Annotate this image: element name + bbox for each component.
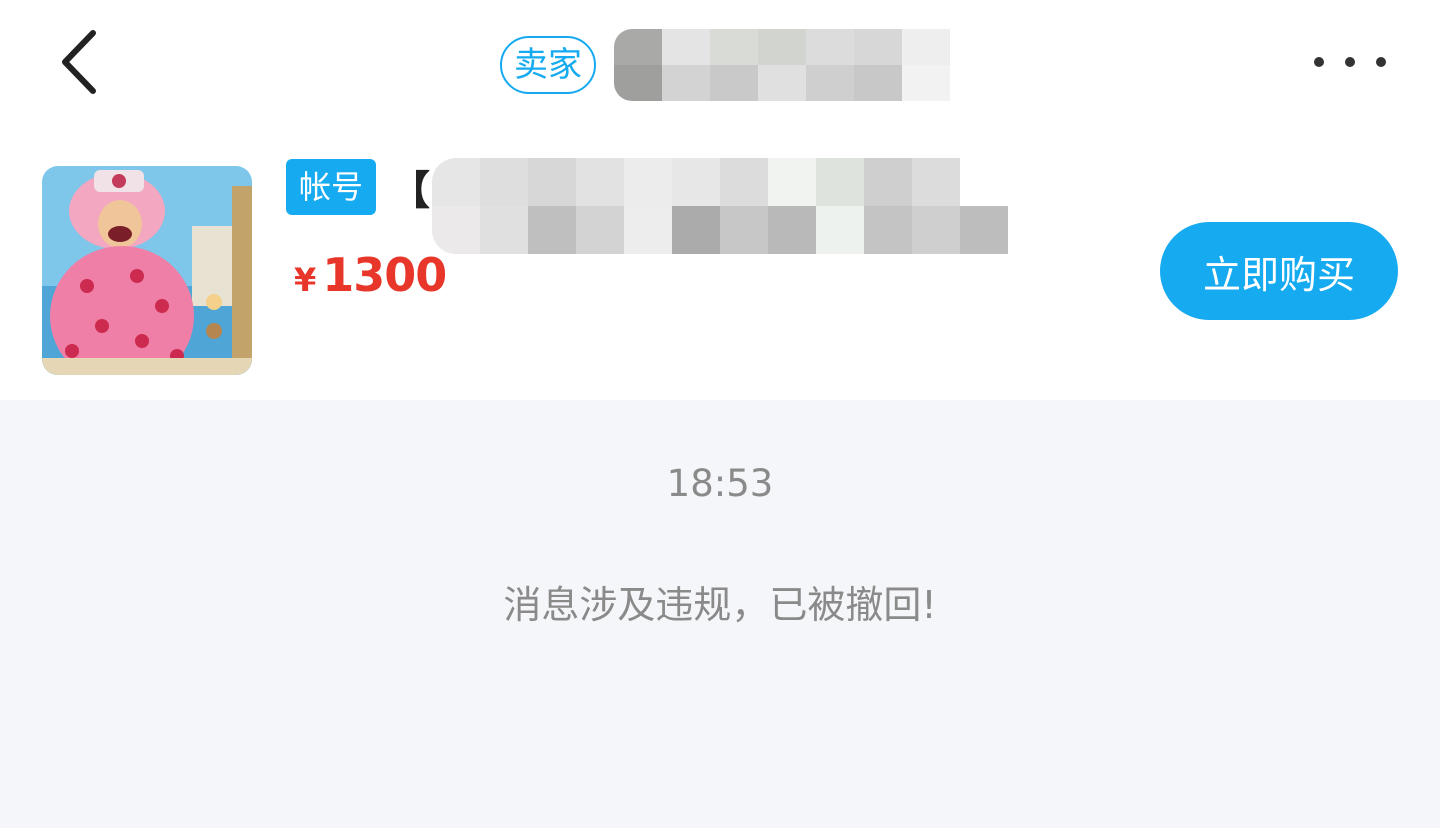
more-dots-icon [1314, 57, 1324, 67]
product-thumbnail[interactable] [42, 166, 252, 375]
redacted-product-title [432, 158, 1056, 254]
redacted-seller-name [614, 29, 950, 101]
back-button[interactable] [44, 22, 114, 102]
chat-area[interactable]: 18:53 消息涉及违规，已被撤回! [0, 400, 1440, 828]
chat-title: 卖家 [500, 28, 950, 102]
product-title: 帐号 【( [286, 158, 448, 216]
more-dot [1376, 57, 1386, 67]
more-options-button[interactable] [1314, 40, 1386, 84]
account-type-tag: 帐号 [286, 159, 377, 215]
chevron-left-icon [62, 30, 96, 94]
currency-symbol: ¥ [294, 261, 317, 299]
top-nav-bar: 卖家 [0, 0, 1440, 130]
product-card[interactable]: 帐号 【( ¥ 1300 立即购买 [0, 130, 1440, 400]
more-dot [1345, 57, 1355, 67]
system-notice: 消息涉及违规，已被撤回! [503, 583, 937, 627]
message-timestamp: 18:53 [666, 462, 774, 505]
game-character-image [42, 166, 252, 375]
buy-now-button[interactable]: 立即购买 [1160, 222, 1398, 320]
product-price: ¥ 1300 [294, 248, 447, 302]
seller-badge: 卖家 [500, 36, 596, 94]
price-value: 1300 [322, 248, 447, 302]
